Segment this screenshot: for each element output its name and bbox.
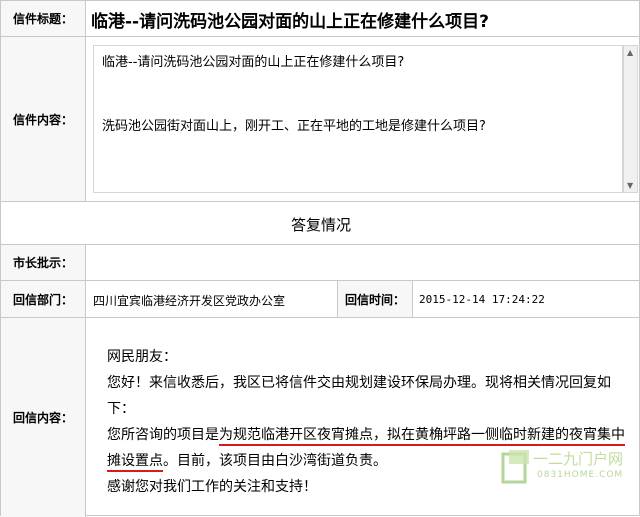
mayor-row: 市长批示： — [0, 244, 640, 281]
dept-value: 四川宜宾临港经济开发区党政办公室 — [93, 294, 286, 308]
scroll-down-icon[interactable]: ▼ — [627, 181, 633, 190]
reply-section-title: 答复情况 — [290, 216, 351, 234]
letter-content-line2: 洗码池公园街对面山上，刚开工、正在平地的工地是修建什么项目? — [102, 119, 486, 134]
letter-content-row: 信件内容： 临港--请问洗码池公园对面的山上正在修建什么项目? 洗码池公园街对面… — [0, 36, 640, 202]
letter-content-box: 临港--请问洗码池公园对面的山上正在修建什么项目? 洗码池公园街对面山上，刚开工… — [93, 45, 623, 193]
title-label: 信件标题： — [1, 1, 86, 36]
reply-section-row: 答复情况 — [0, 201, 640, 245]
letter-content-label: 信件内容： — [1, 37, 86, 201]
site-watermark: 一二九门户网 0831HOME.COM — [501, 444, 629, 492]
reply-p2-end: 。目前，该项目由白沙湾街道负责。 — [163, 453, 387, 469]
reply-greeting: 网民朋友： — [107, 349, 177, 365]
watermark-name: 一二九门户网 — [533, 450, 624, 468]
mayor-label: 市长批示： — [1, 245, 86, 280]
letter-content-scrollbar[interactable]: ▲ ▼ — [623, 45, 638, 193]
reply-paragraph-1: 您好！来信收悉后，我区已将信件交由规划建设环保局办理。现将相关情况回复如下： — [107, 375, 611, 417]
scroll-up-icon[interactable]: ▲ — [627, 48, 633, 57]
time-value: 2015-12-14 17:24:22 — [419, 293, 545, 306]
watermark-url: 0831HOME.COM — [537, 470, 624, 480]
letter-title: 临港--请问洗码池公园对面的山上正在修建什么项目? — [91, 12, 489, 32]
time-label: 回信时间： — [337, 281, 413, 317]
reply-content-label: 回信内容： — [1, 318, 86, 517]
dept-label: 回信部门： — [1, 281, 86, 317]
watermark-logo-icon — [501, 450, 529, 484]
dept-row: 回信部门： 四川宜宾临港经济开发区党政办公室 回信时间： 2015-12-14 … — [0, 280, 640, 318]
letter-content-line1: 临港--请问洗码池公园对面的山上正在修建什么项目? — [102, 55, 405, 70]
reply-content-row: 回信内容： 网民朋友： 您好！来信收悉后，我区已将信件交由规划建设环保局办理。现… — [0, 317, 640, 517]
reply-p2-start: 您所咨询的项目是 — [107, 427, 219, 443]
title-row: 信件标题： 临港--请问洗码池公园对面的山上正在修建什么项目? — [0, 0, 640, 37]
